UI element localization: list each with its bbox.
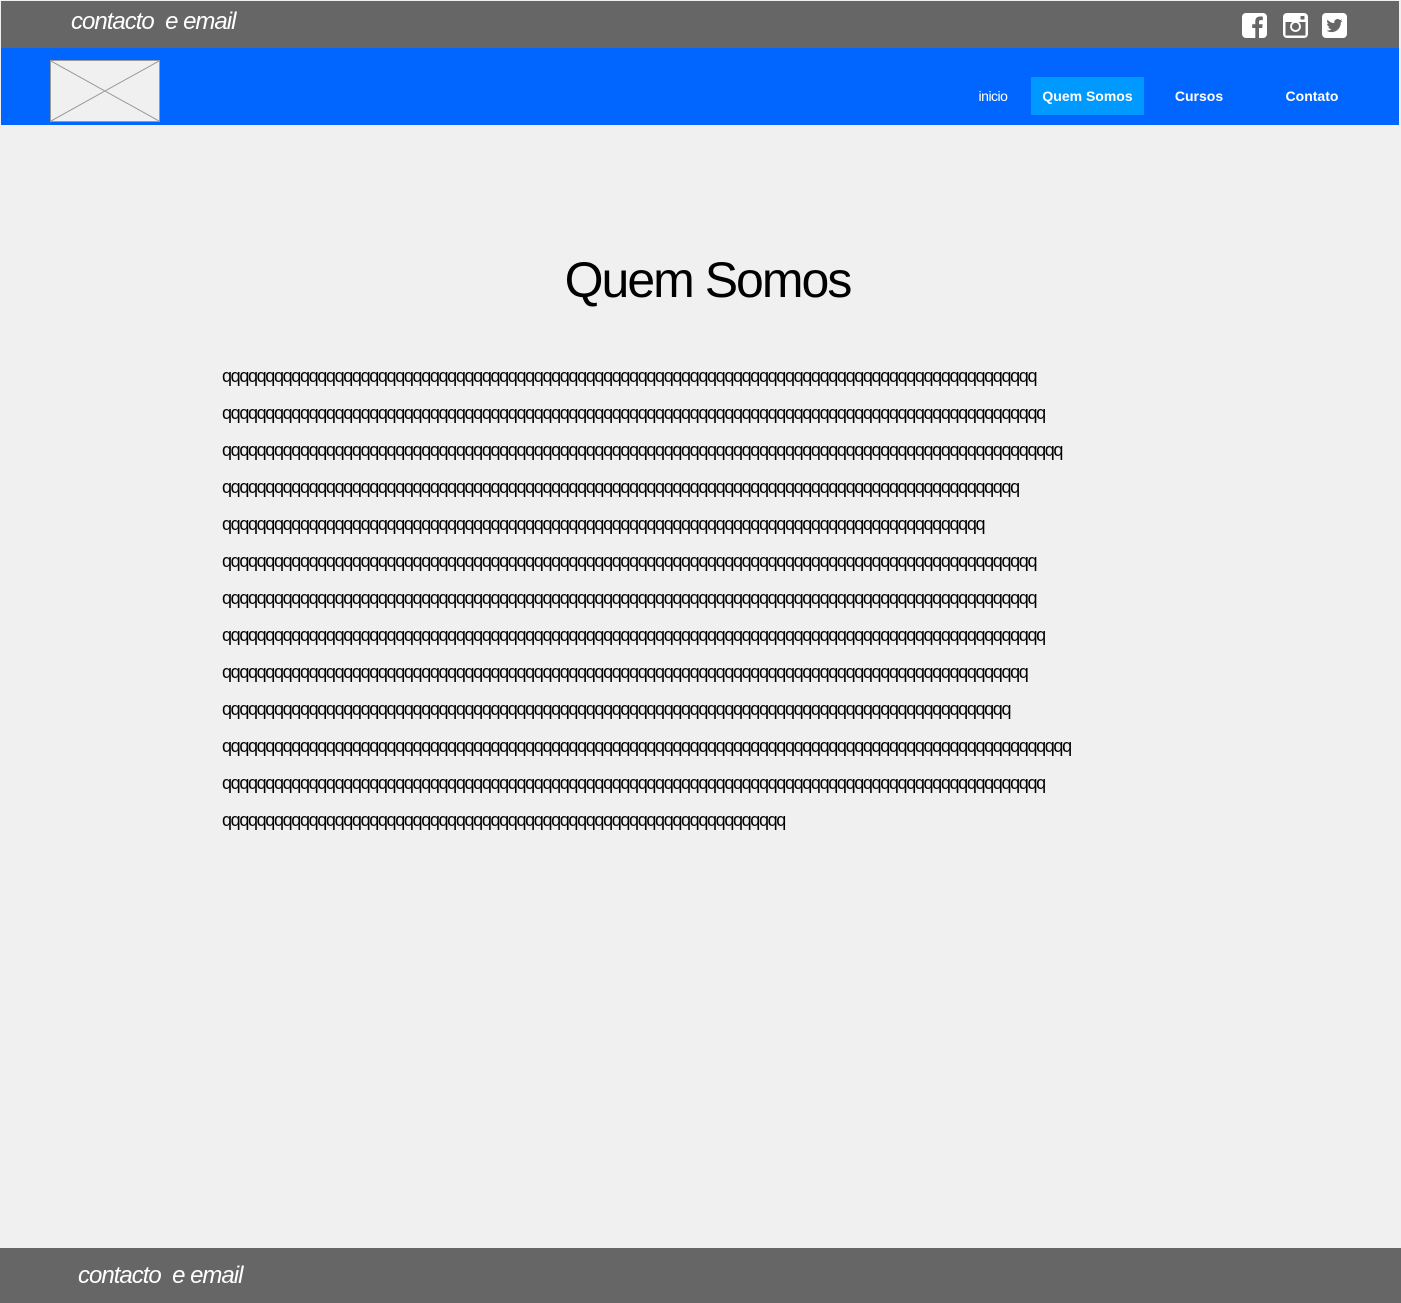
page: contacto e email inicio Quem Somos Curso… — [0, 0, 1401, 1303]
content-line: qqqqqqqqqqqqqqqqqqqqqqqqqqqqqqqqqqqqqqqq… — [222, 699, 1011, 719]
main-navbar: inicio Quem Somos Cursos Contato — [1, 48, 1399, 125]
content-line: qqqqqqqqqqqqqqqqqqqqqqqqqqqqqqqqqqqqqqqq… — [222, 514, 986, 534]
facebook-icon[interactable] — [1242, 13, 1267, 38]
content-line: qqqqqqqqqqqqqqqqqqqqqqqqqqqqqqqqqqqqqqqq… — [222, 625, 1046, 645]
content-line: qqqqqqqqqqqqqqqqqqqqqqqqqqqqqqqqqqqqqqqq… — [222, 440, 1063, 460]
page-title: Quem Somos — [564, 252, 853, 308]
content-line: qqqqqqqqqqqqqqqqqqqqqqqqqqqqqqqqqqqqqqqq… — [222, 810, 786, 830]
footer: contacto e email — [0, 1248, 1401, 1303]
content-body: qqqqqqqqqqqqqqqqqqqqqqqqqqqqqqqqqqqqqqqq… — [222, 365, 1222, 846]
twitter-icon[interactable] — [1322, 13, 1347, 38]
content-line: qqqqqqqqqqqqqqqqqqqqqqqqqqqqqqqqqqqqqqqq… — [222, 551, 1037, 571]
content-line: qqqqqqqqqqqqqqqqqqqqqqqqqqqqqqqqqqqqqqqq… — [222, 403, 1046, 423]
logo-image-placeholder[interactable] — [50, 60, 160, 122]
nav-item-quem-somos[interactable]: Quem Somos — [1031, 77, 1144, 115]
content-line: qqqqqqqqqqqqqqqqqqqqqqqqqqqqqqqqqqqqqqqq… — [222, 736, 1072, 756]
content-line: qqqqqqqqqqqqqqqqqqqqqqqqqqqqqqqqqqqqqqqq… — [222, 366, 1037, 386]
nav-item-contato[interactable]: Contato — [1263, 77, 1361, 115]
instagram-icon[interactable] — [1283, 13, 1308, 38]
content-line: qqqqqqqqqqqqqqqqqqqqqqqqqqqqqqqqqqqqqqqq… — [222, 662, 1029, 682]
content-line: qqqqqqqqqqqqqqqqqqqqqqqqqqqqqqqqqqqqqqqq… — [222, 773, 1046, 793]
nav-item-inicio[interactable]: inicio — [963, 77, 1023, 115]
nav-item-cursos[interactable]: Cursos — [1151, 77, 1247, 115]
content-line: qqqqqqqqqqqqqqqqqqqqqqqqqqqqqqqqqqqqqqqq… — [222, 477, 1020, 497]
content-line: qqqqqqqqqqqqqqqqqqqqqqqqqqqqqqqqqqqqqqqq… — [222, 588, 1037, 608]
top-contact-text: contacto e email — [71, 8, 236, 35]
top-contact-bar: contacto e email — [1, 1, 1399, 48]
footer-contact-text: contacto e email — [78, 1262, 243, 1289]
